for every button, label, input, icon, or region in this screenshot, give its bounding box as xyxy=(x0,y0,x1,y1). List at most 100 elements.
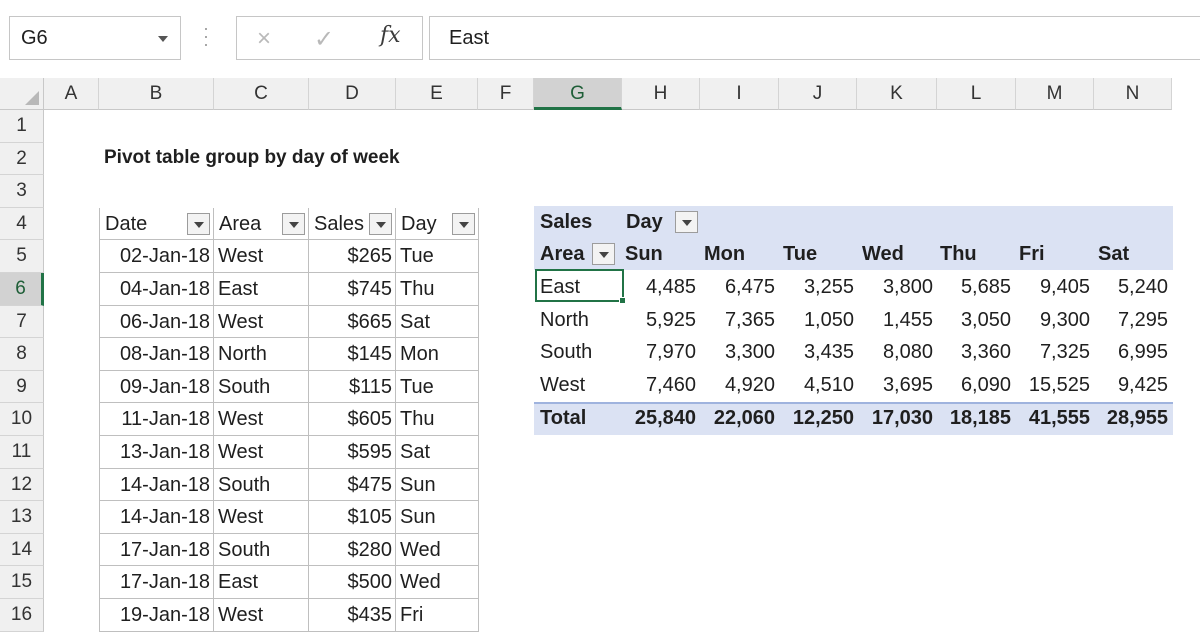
table-cell[interactable]: 14-Jan-18 xyxy=(99,501,214,534)
table-cell[interactable]: Tue xyxy=(396,370,479,404)
table-cell[interactable]: $605 xyxy=(309,403,396,436)
table-cell[interactable]: West xyxy=(214,436,309,469)
table-cell[interactable]: Fri xyxy=(396,599,479,632)
table-cell[interactable]: Sun xyxy=(396,468,479,502)
pivot-value-cell[interactable]: 7,970 xyxy=(616,336,696,368)
pivot-value-cell[interactable]: 3,695 xyxy=(853,369,933,401)
pivot-day-header[interactable]: Thu xyxy=(940,238,977,270)
table-cell[interactable]: $265 xyxy=(309,240,396,273)
table-cell[interactable]: Thu xyxy=(396,273,479,306)
pivot-total-cell[interactable]: 28,955 xyxy=(1088,402,1168,434)
pivot-value-cell[interactable]: 6,475 xyxy=(695,271,775,303)
pivot-value-cell[interactable]: 1,455 xyxy=(853,304,933,336)
row-header-16[interactable]: 16 xyxy=(0,599,44,632)
row-header-12[interactable]: 12 xyxy=(0,468,44,502)
pivot-day-header[interactable]: Tue xyxy=(783,238,817,270)
more-options-icon[interactable]: · · · xyxy=(203,19,209,53)
table-cell[interactable]: $105 xyxy=(309,501,396,534)
row-header-11[interactable]: 11 xyxy=(0,436,44,469)
pivot-total-cell[interactable]: 18,185 xyxy=(931,402,1011,434)
pivot-value-cell[interactable]: 3,255 xyxy=(774,271,854,303)
table-cell[interactable]: Sun xyxy=(396,501,479,534)
pivot-value-cell[interactable]: 7,325 xyxy=(1010,336,1090,368)
fill-handle[interactable] xyxy=(619,297,626,304)
row-header-2[interactable]: 2 xyxy=(0,142,44,176)
filter-dropdown-icon[interactable] xyxy=(282,212,305,235)
filter-dropdown-icon[interactable] xyxy=(369,212,392,235)
pivot-day-header[interactable]: Wed xyxy=(862,238,904,270)
table-cell[interactable]: 06-Jan-18 xyxy=(99,305,214,339)
table-cell[interactable]: $665 xyxy=(309,305,396,339)
pivot-row-label[interactable]: South xyxy=(540,336,592,368)
column-header-b[interactable]: B xyxy=(99,78,214,110)
pivot-value-cell[interactable]: 5,240 xyxy=(1088,271,1168,303)
source-header-date[interactable]: Date xyxy=(99,207,214,241)
source-header-day[interactable]: Day xyxy=(396,207,479,241)
row-header-13[interactable]: 13 xyxy=(0,501,44,534)
table-cell[interactable]: $475 xyxy=(309,468,396,502)
pivot-total-cell[interactable]: 12,250 xyxy=(774,402,854,434)
table-cell[interactable]: $280 xyxy=(309,533,396,567)
table-cell[interactable]: Sat xyxy=(396,305,479,339)
table-cell[interactable]: $595 xyxy=(309,436,396,469)
table-cell[interactable]: Thu xyxy=(396,403,479,436)
column-header-j[interactable]: J xyxy=(779,78,857,110)
pivot-value-cell[interactable]: 4,920 xyxy=(695,369,775,401)
column-header-f[interactable]: F xyxy=(478,78,534,110)
pivot-value-cell[interactable]: 5,925 xyxy=(616,304,696,336)
pivot-day-header[interactable]: Sat xyxy=(1098,238,1129,270)
table-cell[interactable]: East xyxy=(214,273,309,306)
table-cell[interactable]: West xyxy=(214,501,309,534)
pivot-value-cell[interactable]: 3,800 xyxy=(853,271,933,303)
pivot-value-cell[interactable]: 15,525 xyxy=(1010,369,1090,401)
table-cell[interactable]: West xyxy=(214,240,309,273)
filter-dropdown-icon[interactable] xyxy=(452,212,475,235)
column-header-m[interactable]: M xyxy=(1016,78,1094,110)
pivot-day-header[interactable]: Sun xyxy=(625,238,663,270)
pivot-value-cell[interactable]: 9,425 xyxy=(1088,369,1168,401)
row-header-4[interactable]: 4 xyxy=(0,207,44,241)
pivot-value-cell[interactable]: 3,300 xyxy=(695,336,775,368)
table-cell[interactable]: $115 xyxy=(309,370,396,404)
column-header-l[interactable]: L xyxy=(937,78,1016,110)
worksheet-grid[interactable]: ABCDEFGHIJKLMN 1 2 3 4 5 6 7 8 9 10 11 12 13 14 15 16 P… xyxy=(0,78,1200,632)
table-cell[interactable]: 13-Jan-18 xyxy=(99,436,214,469)
table-cell[interactable]: West xyxy=(214,305,309,339)
table-cell[interactable]: 04-Jan-18 xyxy=(99,273,214,306)
table-cell[interactable]: North xyxy=(214,338,309,371)
table-cell[interactable]: 17-Jan-18 xyxy=(99,533,214,567)
pivot-value-cell[interactable]: 7,295 xyxy=(1088,304,1168,336)
row-header-9[interactable]: 9 xyxy=(0,370,44,404)
table-cell[interactable]: 08-Jan-18 xyxy=(99,338,214,371)
pivot-total-cell[interactable]: 41,555 xyxy=(1010,402,1090,434)
table-cell[interactable]: 11-Jan-18 xyxy=(99,403,214,436)
row-header-6[interactable]: 6 xyxy=(0,273,44,306)
pivot-value-cell[interactable]: 7,460 xyxy=(616,369,696,401)
table-cell[interactable]: Tue xyxy=(396,240,479,273)
pivot-value-cell[interactable]: 3,360 xyxy=(931,336,1011,368)
filter-dropdown-icon[interactable] xyxy=(187,212,210,235)
table-cell[interactable]: $500 xyxy=(309,566,396,599)
pivot-value-cell[interactable]: 9,405 xyxy=(1010,271,1090,303)
row-header-8[interactable]: 8 xyxy=(0,338,44,371)
pivot-row-label[interactable]: North xyxy=(540,304,589,336)
name-box[interactable]: G6 xyxy=(9,16,181,60)
column-header-c[interactable]: C xyxy=(214,78,309,110)
pivot-total-cell[interactable]: 17,030 xyxy=(853,402,933,434)
insert-function-icon[interactable]: fx xyxy=(380,23,401,48)
pivot-value-cell[interactable]: 4,485 xyxy=(616,271,696,303)
table-cell[interactable]: West xyxy=(214,599,309,632)
pivot-value-cell[interactable]: 6,090 xyxy=(931,369,1011,401)
column-header-g[interactable]: G xyxy=(534,78,622,110)
column-header-i[interactable]: I xyxy=(700,78,779,110)
pivot-total-label[interactable]: Total xyxy=(540,402,586,434)
day-filter-dropdown-icon[interactable] xyxy=(675,211,698,233)
table-cell[interactable]: Sat xyxy=(396,436,479,469)
cancel-icon[interactable]: × xyxy=(257,25,271,53)
pivot-total-cell[interactable]: 22,060 xyxy=(695,402,775,434)
column-header-a[interactable]: A xyxy=(44,78,99,110)
pivot-value-cell[interactable]: 1,050 xyxy=(774,304,854,336)
table-cell[interactable]: 02-Jan-18 xyxy=(99,240,214,273)
row-header-10[interactable]: 10 xyxy=(0,403,44,436)
column-header-k[interactable]: K xyxy=(857,78,937,110)
